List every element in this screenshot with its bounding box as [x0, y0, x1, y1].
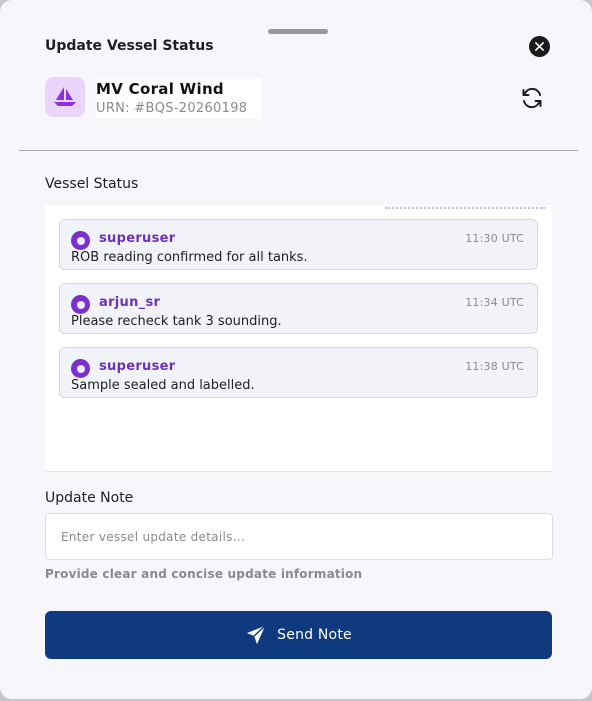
- sailboat-icon: [54, 87, 76, 106]
- update-note-label: Update Note: [45, 490, 134, 506]
- refresh-icon: [522, 87, 542, 109]
- message-user: arjun_sr: [99, 295, 161, 310]
- message-item: arjun_sr 11:34 UTC Please recheck tank 3…: [59, 283, 538, 334]
- user-avatar-icon: [71, 295, 90, 314]
- message-user: superuser: [99, 231, 176, 246]
- close-icon: [535, 42, 544, 51]
- clipped-previous-message: [385, 205, 545, 209]
- status-messages-panel[interactable]: superuser 11:30 UTC ROB reading confirme…: [45, 205, 552, 472]
- message-time: 11:34 UTC: [465, 296, 524, 309]
- send-note-button[interactable]: Send Note: [45, 611, 552, 659]
- refresh-button[interactable]: [520, 86, 544, 110]
- vessel-avatar: [45, 77, 85, 117]
- vessel-urn: URN: #BQS-20260198: [96, 101, 248, 116]
- close-button[interactable]: [529, 36, 550, 57]
- vessel-name: MV Coral Wind: [96, 80, 224, 98]
- drag-handle[interactable]: [268, 29, 328, 34]
- message-user: superuser: [99, 359, 176, 374]
- sheet-title: Update Vessel Status: [45, 38, 214, 54]
- update-vessel-sheet: Update Vessel Status MV Coral Wind URN: …: [0, 0, 592, 699]
- update-note-input[interactable]: [45, 513, 553, 560]
- message-list: superuser 11:30 UTC ROB reading confirme…: [59, 219, 538, 411]
- user-avatar-icon: [71, 231, 90, 250]
- message-time: 11:30 UTC: [465, 232, 524, 245]
- message-text: Please recheck tank 3 sounding.: [71, 314, 282, 329]
- user-avatar-icon: [71, 359, 90, 378]
- message-text: Sample sealed and labelled.: [71, 378, 255, 393]
- message-time: 11:38 UTC: [465, 360, 524, 373]
- message-text: ROB reading confirmed for all tanks.: [71, 250, 308, 265]
- send-note-label: Send Note: [277, 627, 352, 643]
- vessel-info: MV Coral Wind URN: #BQS-20260198: [96, 78, 261, 119]
- message-item: superuser 11:30 UTC ROB reading confirme…: [59, 219, 538, 270]
- vessel-status-label: Vessel Status: [45, 176, 139, 192]
- send-icon: [247, 625, 266, 645]
- message-item: superuser 11:38 UTC Sample sealed and la…: [59, 347, 538, 398]
- header-divider: [19, 150, 578, 151]
- helper-text: Provide clear and concise update informa…: [45, 567, 363, 581]
